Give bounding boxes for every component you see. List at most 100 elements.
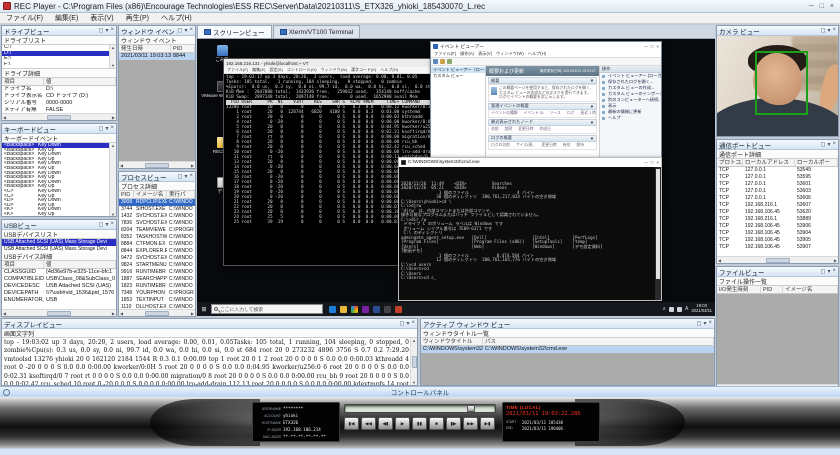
menu-item[interactable]: 編集(E) xyxy=(49,13,84,23)
ime-indicator[interactable]: A xyxy=(685,306,688,312)
scroll-right-icon[interactable]: ▶ xyxy=(112,311,115,316)
chrome-icon[interactable] xyxy=(351,306,358,313)
vertical-scrollbar[interactable] xyxy=(655,167,661,300)
column-header[interactable]: PID xyxy=(119,191,134,198)
close-icon[interactable]: × xyxy=(832,141,836,148)
table-row[interactable]: 7836SVCHOST.EXC:\WINDO xyxy=(119,220,195,227)
minimize-icon[interactable]: ─ xyxy=(644,160,647,165)
table-row[interactable]: 8204TEAMVIEWEC:\PROGR xyxy=(119,227,195,234)
close-icon[interactable]: × xyxy=(411,320,415,327)
maximize-icon[interactable]: □ xyxy=(651,44,654,49)
taskbar-search-input[interactable]: ここに入力して検索 xyxy=(211,304,323,314)
column-header[interactable]: 変更日時 xyxy=(518,127,533,132)
horizontal-scrollbar[interactable]: ◀▶ xyxy=(2,309,116,316)
float-icon[interactable]: ◻ xyxy=(98,221,103,228)
taskbar-app-icons[interactable] xyxy=(329,306,402,313)
table-row[interactable]: TCP127.0.0.153606 xyxy=(717,195,838,202)
table-row[interactable]: TCP192.168.106.4553905 xyxy=(717,237,838,244)
close-icon[interactable]: × xyxy=(189,173,193,180)
menu-item[interactable]: 漢字コード(K) xyxy=(351,67,376,73)
close-icon[interactable]: × xyxy=(110,27,114,34)
table-row[interactable]: TCP192.168.106.4553907 xyxy=(717,244,838,251)
horizontal-scrollbar[interactable]: ◀▶ xyxy=(119,161,195,168)
column-header[interactable]: 変更日時 xyxy=(542,143,557,148)
table-row[interactable]: TCP127.0.0.153595 xyxy=(717,174,838,181)
column-header[interactable]: 項目 xyxy=(2,261,44,268)
menu-item[interactable]: ヘルプ(H) xyxy=(380,67,398,73)
column-header[interactable]: 直近 1 時間 xyxy=(580,111,597,116)
transport-button[interactable]: ▶▮ xyxy=(480,417,495,430)
screen-tab[interactable]: スクリーンビュー xyxy=(197,25,272,38)
active-window-table[interactable]: C:\WINDOWS\system32\cmd.exeC:\WINDOWS\sy… xyxy=(421,346,714,385)
column-header[interactable]: PID xyxy=(171,45,195,52)
table-row[interactable]: TCP127.0.0.153549 xyxy=(717,167,838,174)
pin-icon[interactable]: ▾ xyxy=(827,268,830,275)
usb-device-list[interactable]: USB Attached SCSI (UAS) Mass Storage Dev… xyxy=(2,239,116,252)
pin-icon[interactable]: ▾ xyxy=(184,173,187,180)
table-row[interactable]: TCP192.168.106.4553904 xyxy=(717,230,838,237)
minimize-icon[interactable]: ─ xyxy=(809,3,814,10)
usb-detail-table[interactable]: CLASSGUID{4d36e97b-e325-11ce-bfc1COMPATI… xyxy=(2,269,116,309)
scroll-down-icon[interactable]: ▼ xyxy=(412,380,416,385)
close-icon[interactable]: × xyxy=(708,320,712,327)
transport-button[interactable]: ▮▮ xyxy=(412,417,427,430)
menu-item[interactable]: ヘルプ(H) xyxy=(155,13,198,23)
process-table[interactable]: 3008RDPCLIP.EXEC:\WINDO3744SIHOST.EXEC:\… xyxy=(119,199,195,309)
screen-text-area[interactable]: top - 19:03:02 up 3 days, 20:20, 2 users… xyxy=(2,338,417,385)
minimize-icon[interactable]: ─ xyxy=(644,44,647,49)
close-icon[interactable]: × xyxy=(110,125,114,132)
chevron-down-icon[interactable]: ▼ xyxy=(590,120,594,125)
column-header[interactable]: パス xyxy=(483,338,714,345)
scroll-left-icon[interactable]: ◀ xyxy=(718,258,721,263)
vertical-scrollbar[interactable]: ▲▼ xyxy=(410,338,417,385)
chevron-down-icon[interactable]: ▼ xyxy=(590,136,594,141)
scroll-right-icon[interactable]: ▶ xyxy=(191,163,194,168)
system-tray[interactable]: ∧ A 19:03 2021/03/11 xyxy=(662,304,715,313)
column-header[interactable]: ログの名前 xyxy=(491,143,510,148)
transport-button[interactable]: ▮▶ xyxy=(446,417,461,430)
menu-item[interactable]: ウィンドウ(W) xyxy=(321,67,347,73)
column-header[interactable]: ソース xyxy=(550,111,561,116)
scroll-left-icon[interactable]: ◀ xyxy=(120,163,123,168)
toolbar-icon[interactable] xyxy=(440,59,445,64)
close-icon[interactable]: × xyxy=(832,27,836,34)
menu-item[interactable]: 表示(V) xyxy=(478,51,492,57)
active-window-header[interactable]: ウィンドウタイトル パス xyxy=(421,338,714,346)
table-row[interactable]: 1853TEXTINPUTC:\WINDO xyxy=(119,297,195,304)
table-row[interactable]: DEVICEPATH\\?\usb#vid_1536&pid_1576 xyxy=(2,290,116,297)
menu-item[interactable]: 操作(A) xyxy=(460,51,474,57)
table-row[interactable]: TCP192.168.216.153607 xyxy=(717,202,838,209)
table-row[interactable]: TCP127.0.0.153601 xyxy=(717,181,838,188)
drive-detail-header[interactable]: 項目 値 xyxy=(2,78,116,86)
taskbar-clock[interactable]: 19:03 2021/03/11 xyxy=(691,304,712,313)
scroll-thumb[interactable] xyxy=(47,115,71,120)
column-header[interactable]: イベントの種類 xyxy=(491,111,518,116)
scroll-right-icon[interactable]: ▶ xyxy=(191,311,194,316)
section-header[interactable]: 概要 xyxy=(491,78,499,84)
cmd-output[interactable]: 2020/11/26 11:49 <DIR> Searches2020/11/2… xyxy=(399,167,655,299)
menu-item[interactable]: 再生(P) xyxy=(120,13,155,23)
table-row[interactable]: 9472SVCHOST.EXC:\WINDO xyxy=(119,255,195,262)
slider-thumb[interactable] xyxy=(467,405,475,412)
menu-item[interactable]: 表示(V) xyxy=(84,13,119,23)
table-row[interactable]: 1110DLLHOST.EXC:\WINDO xyxy=(119,304,195,309)
edge-icon[interactable] xyxy=(329,306,336,313)
pin-icon[interactable]: ▾ xyxy=(105,27,108,34)
close-icon[interactable]: × xyxy=(830,3,834,10)
column-header[interactable]: 値 xyxy=(44,78,116,85)
transport-button[interactable]: ▶ xyxy=(395,417,410,430)
close-icon[interactable]: × xyxy=(656,44,659,49)
table-row[interactable]: ENUMERATOR_NUSB xyxy=(2,297,116,304)
float-icon[interactable]: ◻ xyxy=(177,173,182,180)
scroll-left-icon[interactable]: ◀ xyxy=(3,311,6,316)
menu-item[interactable]: ファイル(F) xyxy=(0,13,49,23)
float-icon[interactable]: ◻ xyxy=(177,27,182,34)
cmd-window[interactable]: C:\WINDOWS\system32\cmd.exe ─□× 2020/11/… xyxy=(398,157,662,301)
float-icon[interactable]: ◻ xyxy=(98,27,103,34)
table-row[interactable]: TCP192.168.216.153889 xyxy=(717,216,838,223)
column-header[interactable]: イメージ名 xyxy=(783,286,838,293)
pin-icon[interactable]: ▾ xyxy=(827,27,830,34)
column-header[interactable]: I/O発生時刻 xyxy=(717,286,761,293)
keyboard-event-row[interactable]: <K>Key Up xyxy=(2,212,109,217)
menu-item[interactable]: 編集(E) xyxy=(252,67,265,73)
